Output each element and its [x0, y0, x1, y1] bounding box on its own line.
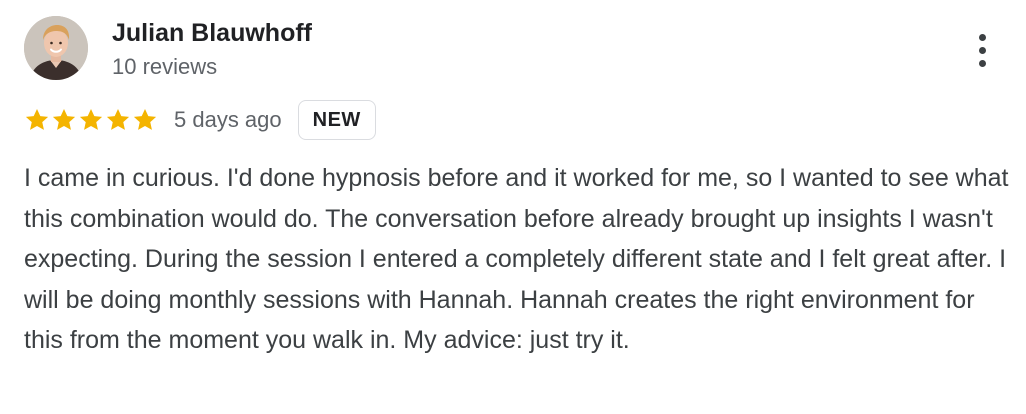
more-vert-icon [978, 46, 986, 54]
user-avatar-icon [24, 16, 88, 80]
more-vert-icon [978, 33, 986, 41]
star-icon [106, 108, 130, 130]
star-rating [24, 107, 158, 133]
review-card: Julian Blauwhoff 10 reviews 5 days ago N… [0, 0, 1026, 414]
star-icon [79, 108, 103, 130]
author-review-count[interactable]: 10 reviews [112, 53, 217, 81]
star-icon [25, 108, 49, 130]
review-time: 5 days ago [174, 107, 282, 132]
avatar[interactable] [24, 16, 88, 80]
new-badge: NEW [297, 100, 376, 140]
more-vert-icon [978, 59, 986, 67]
star-icon [52, 108, 76, 130]
more-options-button[interactable] [962, 26, 1002, 74]
rating-row: 5 days ago NEW [24, 98, 376, 142]
star-icon [133, 108, 157, 130]
review-text: I came in curious. I'd done hypnosis bef… [24, 164, 1009, 354]
author-name[interactable]: Julian Blauwhoff [112, 18, 312, 48]
